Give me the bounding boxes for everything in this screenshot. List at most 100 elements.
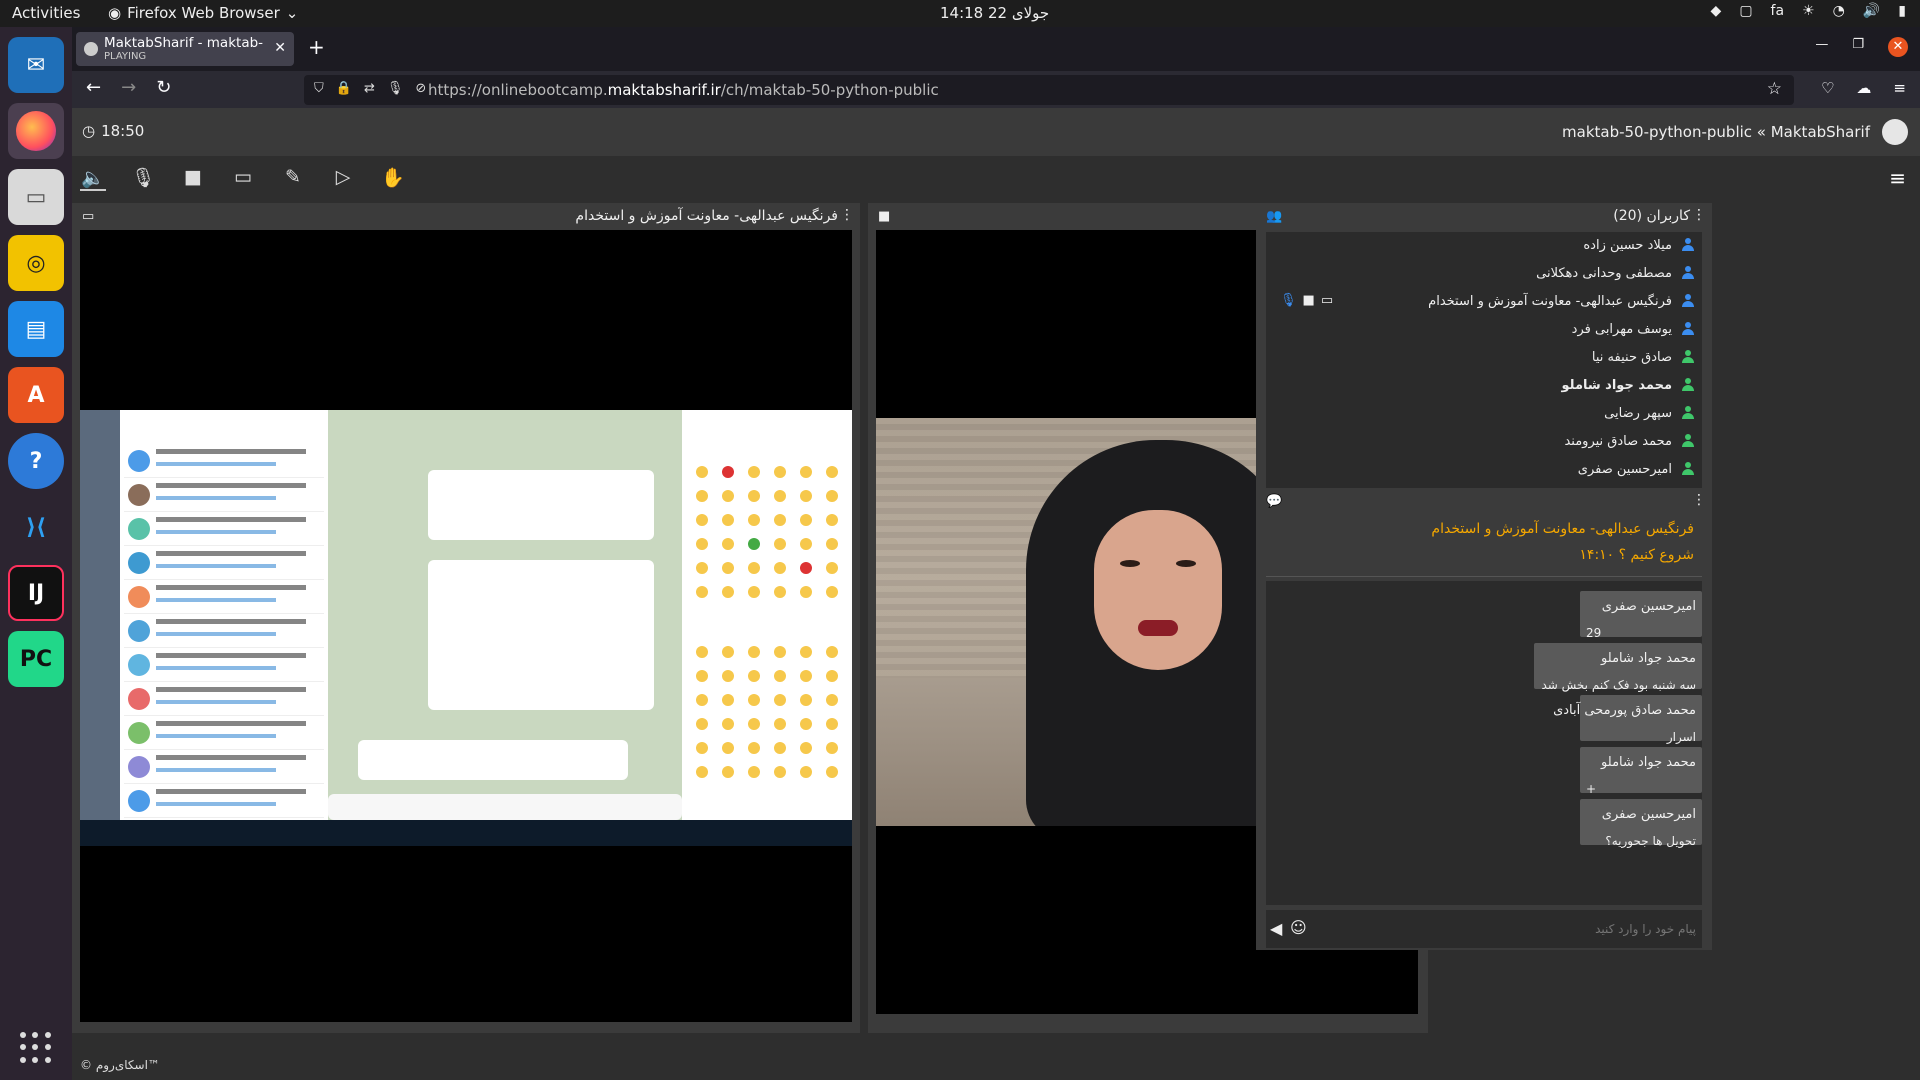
emoji-icon[interactable]: ☺ [1290,918,1307,937]
dock: ✉ ▭ ◎ ▤ A ? ⟩⟨ IJ PC [0,27,72,1080]
tab-status: PLAYING [104,51,147,62]
permissions-icon[interactable]: ⇄ [364,81,375,96]
system-tray[interactable]: ◆ ▢ fa ☀ ◔ 🔊 ▮ [1711,3,1906,19]
camera-icon[interactable]: ■ [180,166,206,191]
firefox-icon[interactable] [8,103,64,159]
user-row[interactable]: امیرحسین صفری [1266,456,1702,484]
user-row[interactable]: مصطفی وحدانی دهکلانی [1266,260,1702,288]
brightness-icon[interactable]: ☀ [1802,3,1815,19]
list-item [124,546,324,580]
reload-icon[interactable]: ↻ [156,77,171,98]
message-sender: امیرحسین صفری [1601,807,1696,822]
hamburger-menu-icon[interactable]: ≡ [1893,79,1906,97]
color-picker-icon[interactable]: ◆ [1711,3,1722,19]
menu-icon[interactable]: ≡ [1889,166,1906,190]
list-item [124,512,324,546]
nav-bar: ← → ↻ ⛉ 🔒 ⇄ 🎙 ⊘ https://onlinebootcamp.m… [72,71,1920,108]
shield-icon[interactable]: ⛉ [314,81,324,96]
user-name: میلاد حسین زاده [1583,238,1672,253]
session-timer: ◷ 18:50 [82,122,144,140]
chat-icon: 💬 [1266,494,1283,509]
user-icon [1682,462,1694,476]
browser-window: MaktabSharif - maktab-50 PLAYING ✕ + — ❐… [72,27,1920,1080]
help-icon[interactable]: ? [8,433,64,489]
camera-blocked-icon[interactable]: ⊘ [415,81,426,96]
kebab-menu-icon[interactable]: ⋮ [1692,207,1706,223]
web-page: ◷ 18:50 maktab-50-python-public « Maktab… [72,108,1920,1080]
intellij-icon[interactable]: IJ [8,565,64,621]
list-item [124,614,324,648]
kebab-menu-icon[interactable]: ⋮ [1692,492,1706,508]
user-row[interactable]: میلاد حسین زاده [1266,232,1702,260]
user-name: یوسف مهرابی فرد [1571,322,1672,337]
user-row[interactable]: فرنگیس عبدالهی- معاونت آموزش و استخدام 🎙 ■… [1266,288,1702,316]
user-row[interactable]: محمد صادق نیرومند [1266,428,1702,456]
back-icon[interactable]: ← [86,77,101,98]
pinned-message[interactable]: فرنگیس عبدالهی- معاونت آموزش و استخدام ۱… [1266,515,1702,577]
clock[interactable]: 14:18 22 جولای [940,4,1049,22]
chat-message: محمد جواد شاملو سه شنبه بود فک کنم بخش شد [1534,643,1702,692]
software-center-icon[interactable]: A [8,367,64,423]
address-bar[interactable]: ⛉ 🔒 ⇄ 🎙 ⊘ https://onlinebootcamp.maktabs… [304,75,1794,105]
user-icon [1682,266,1694,280]
user-row[interactable]: محمد جواد شاملو [1266,372,1702,400]
raise-hand-icon[interactable]: ✋ [380,166,406,191]
user-icon [1682,350,1694,364]
account-icon[interactable]: ☁ [1856,79,1871,97]
close-window-icon[interactable]: ✕ [1888,37,1908,57]
pocket-icon[interactable]: ♡ [1821,79,1834,97]
users-icon: 👥 [1266,209,1283,224]
close-tab-icon[interactable]: ✕ [274,40,286,56]
pinned-sender: فرنگیس عبدالهی- معاونت آموزش و استخدام [1431,521,1694,537]
lock-icon[interactable]: 🔒 [336,81,352,96]
panel-header: ▭ فرنگیس عبدالهی- معاونت آموزش و استخدام… [72,203,860,231]
app-menu[interactable]: ◉ Firefox Web Browser ⌄ [108,4,298,22]
chat-messages: امیرحسین صفری 29 محمد جواد شاملو سه شنبه بو… [1266,581,1702,905]
user-avatar-icon[interactable] [1882,119,1908,145]
speaker-icon[interactable]: 🔈 [80,166,106,191]
battery-icon[interactable]: ▮ [1898,3,1906,19]
new-tab-button[interactable]: + [308,35,325,59]
send-icon[interactable]: ◀ [1270,919,1282,938]
user-row[interactable]: یوسف مهرابی فرد [1266,316,1702,344]
mic-muted-icon[interactable]: 🎙 [130,166,156,191]
kebab-menu-icon[interactable]: ⋮ [840,207,854,223]
message-text: اسرار [1666,730,1696,744]
microphone-icon[interactable]: 🎙 [387,81,404,96]
users-panel-title: کاربران (20) [1613,208,1690,224]
show-apps-icon[interactable] [20,1032,52,1064]
chat-composer: ◀ ☺ [1266,910,1702,948]
volume-icon[interactable]: 🔊 [1863,3,1880,19]
writer-icon[interactable]: ▤ [8,301,64,357]
thunderbird-icon[interactable]: ✉ [8,37,64,93]
minimize-icon[interactable]: — [1815,37,1828,57]
chat-message: امیرحسین صفری 29 [1580,591,1702,640]
list-item [124,648,324,682]
chat-bubble [428,470,654,540]
files-icon[interactable]: ▭ [8,169,64,225]
presentation-icon[interactable]: ▷ [330,166,356,191]
screen-icon[interactable]: ▢ [1739,3,1752,19]
bookmark-star-icon[interactable]: ☆ [1767,79,1782,99]
vscode-icon[interactable]: ⟩⟨ [8,499,64,555]
rhythmbox-icon[interactable]: ◎ [8,235,64,291]
language-indicator[interactable]: fa [1771,3,1785,19]
screen-share-icon[interactable]: ▭ [230,166,256,191]
user-row[interactable]: سپهر رضایی [1266,400,1702,428]
browser-tab[interactable]: MaktabSharif - maktab-50 PLAYING ✕ [76,32,294,66]
toolbar-right: ♡ ☁ ≡ [1821,79,1906,97]
message-text: + [1586,782,1597,796]
window-controls: — ❐ ✕ [1815,37,1908,57]
whiteboard-pen-icon[interactable]: ✎ [280,166,306,191]
network-icon[interactable]: ◔ [1833,3,1845,19]
chat-bubble [428,560,654,710]
forward-icon[interactable]: → [121,77,136,98]
maximize-icon[interactable]: ❐ [1852,37,1864,57]
user-row[interactable]: صادق حنیفه نیا [1266,344,1702,372]
meeting-toolbar: 🔈 🎙 ■ ▭ ✎ ▷ ✋ ≡ [72,156,1920,201]
user-name: صادق حنیفه نیا [1591,350,1672,365]
pycharm-icon[interactable]: PC [8,631,64,687]
chat-input[interactable] [1346,918,1696,940]
activities-button[interactable]: Activities [12,4,80,22]
list-item [124,750,324,784]
